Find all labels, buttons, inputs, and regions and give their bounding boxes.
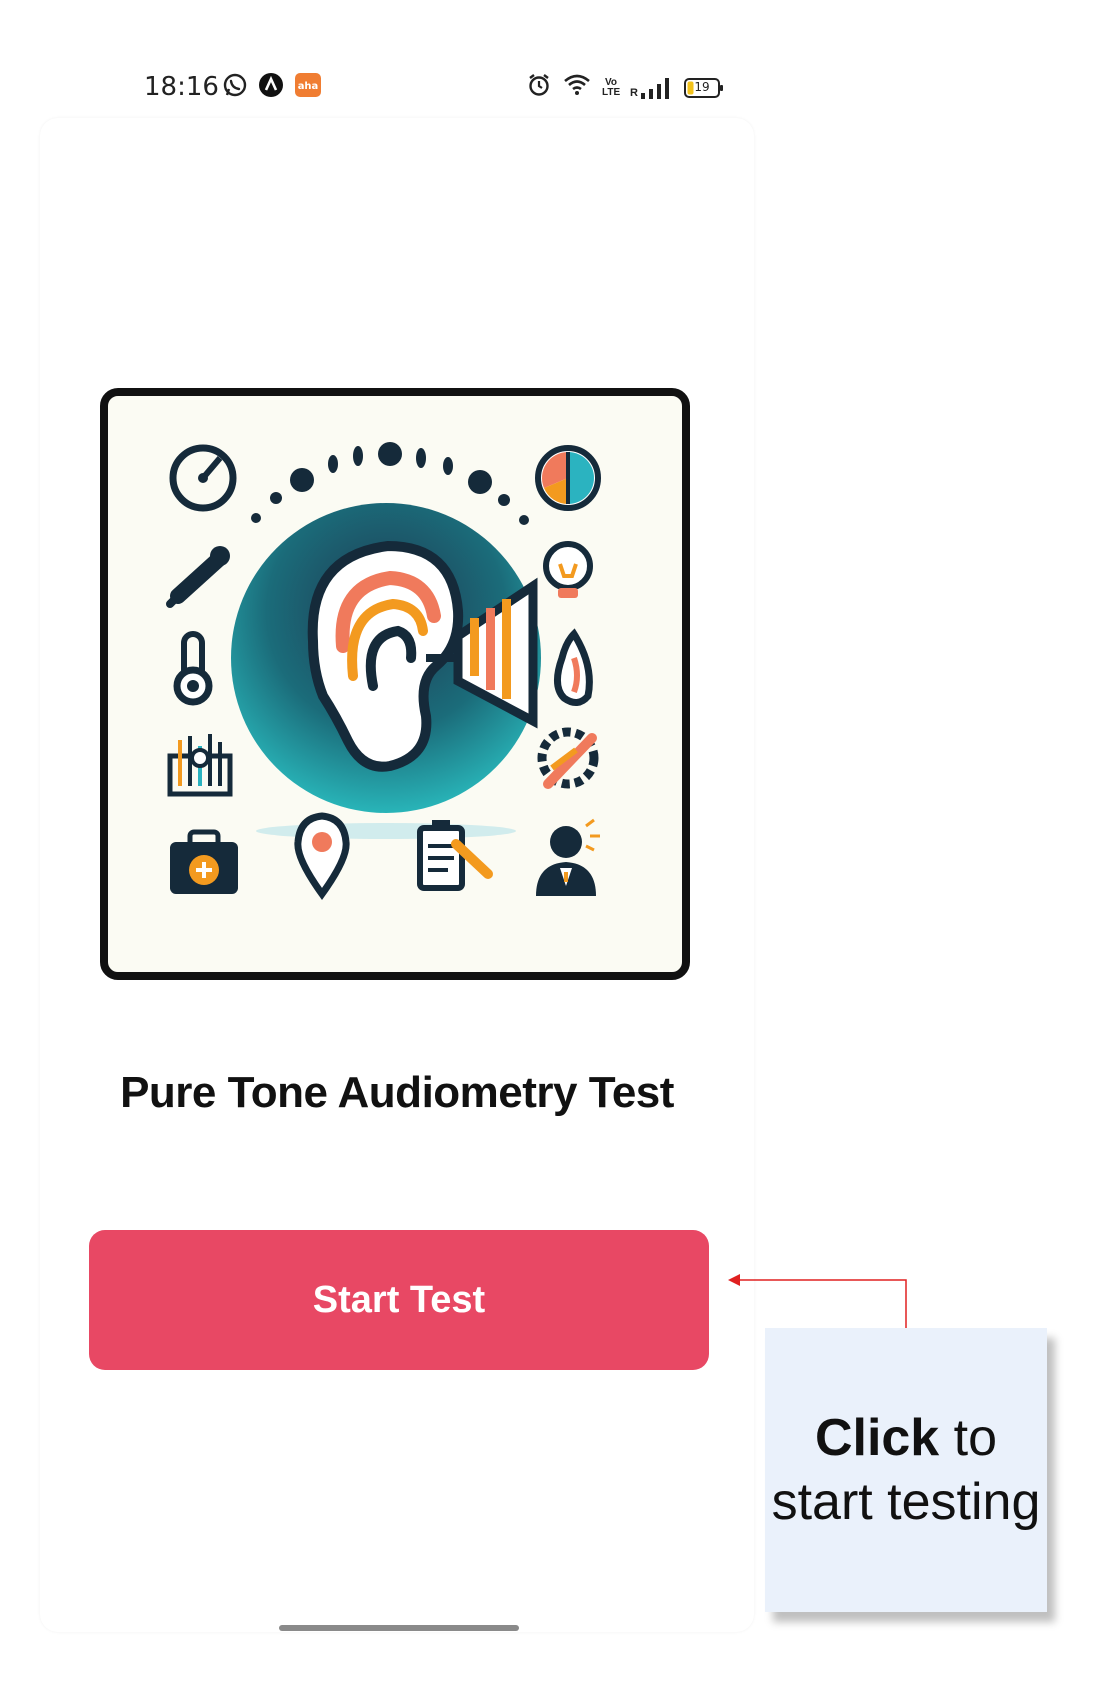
callout-text: Click to start testing (765, 1406, 1047, 1534)
lightbulb-icon (543, 541, 593, 598)
microphone-icon (166, 546, 230, 608)
doctor-icon (536, 818, 600, 896)
hearing-illustration (166, 442, 601, 900)
aha-label: aha (298, 81, 319, 92)
volte-label: Vo LTE (602, 76, 621, 98)
location-pin-icon (294, 812, 350, 900)
gear-tool-icon (537, 727, 599, 789)
battery-icon: 19 (683, 77, 724, 99)
battery-level: 19 (694, 79, 710, 94)
status-left-icons: aha (222, 72, 322, 103)
home-indicator[interactable] (279, 1625, 519, 1631)
volte-icon: Vo LTE (602, 76, 621, 98)
equalizer-icon (167, 734, 233, 797)
medical-kit-icon (170, 829, 238, 894)
page-title: Pure Tone Audiometry Test (120, 1068, 674, 1117)
gauge-icon (169, 444, 237, 512)
thermometer-icon (173, 631, 213, 706)
start-test-button[interactable]: Start Test (89, 1230, 709, 1370)
callout-arrow (728, 1274, 907, 1328)
signal-label: R (630, 86, 638, 99)
alarm-icon (526, 72, 552, 103)
status-time: 18:16 (144, 72, 219, 102)
aha-icon: aha (294, 72, 322, 103)
whatsapp-icon (222, 72, 248, 103)
ear-small-icon (554, 628, 593, 706)
status-bar: 18:16 aha Vo LTE R 19 (0, 60, 760, 110)
status-right-icons: Vo LTE R 19 (526, 72, 724, 103)
callout-emphasis: Click (814, 1409, 940, 1467)
wifi-icon (562, 72, 592, 103)
app-a-icon (258, 72, 284, 103)
signal-icon: R (630, 77, 674, 99)
pie-chart-icon (535, 445, 601, 511)
callout-box: Click to start testing (765, 1328, 1047, 1612)
hero-image (100, 388, 690, 980)
